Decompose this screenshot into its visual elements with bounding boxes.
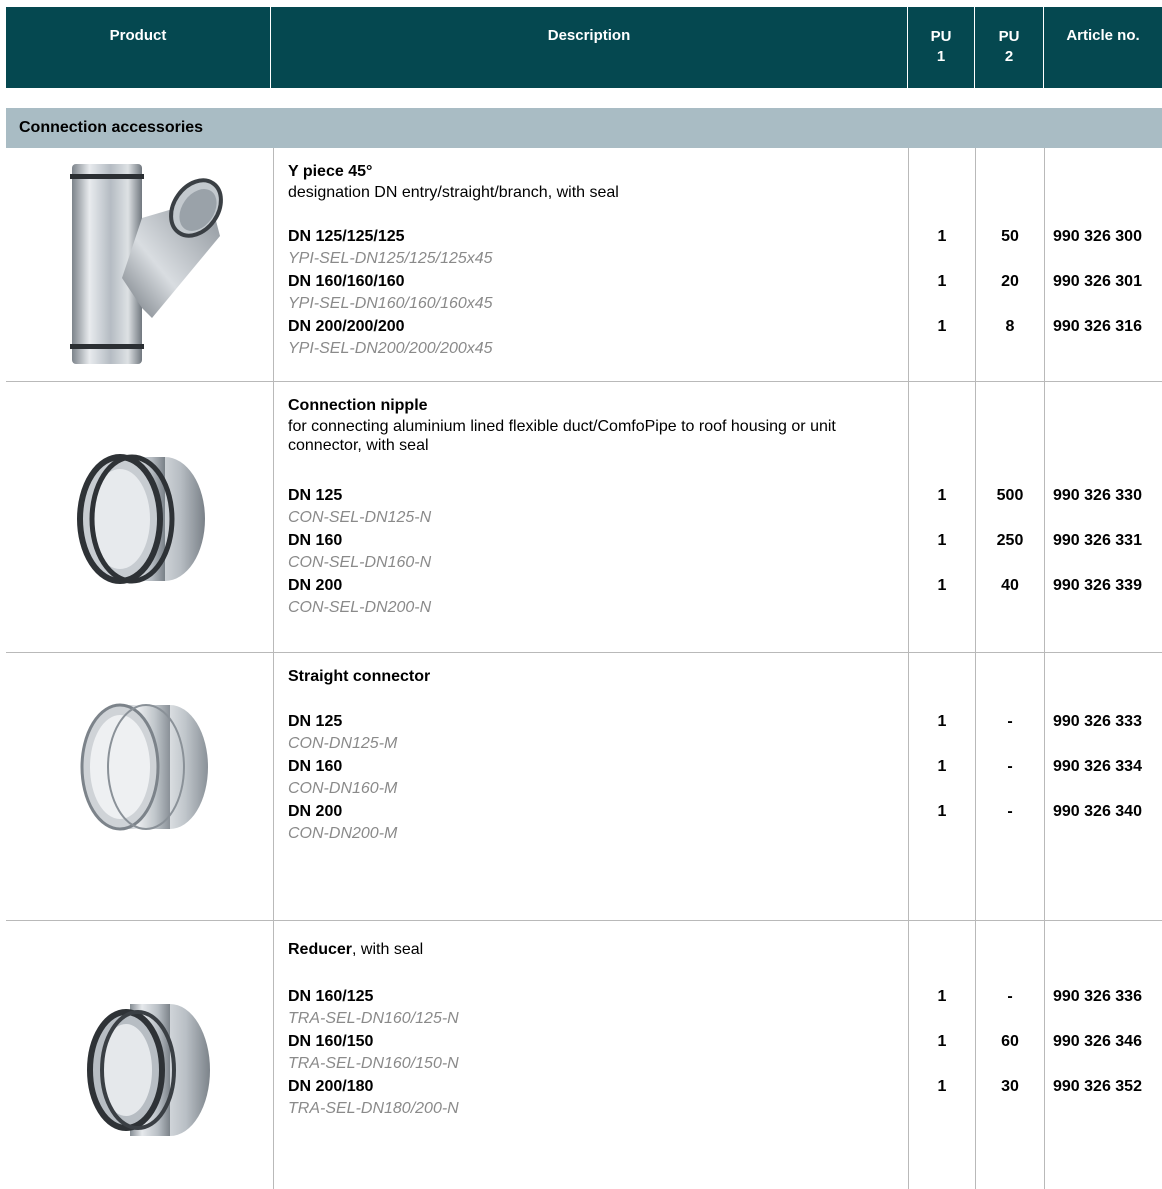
variant-code: CON-DN160-M [288,780,398,797]
variant-pu1: 1 [937,318,947,335]
product-title-text: Reducer [288,941,353,958]
variant-size: DN 160 [288,532,343,549]
variant-code: TRA-SEL-DN180/200-N [288,1100,459,1117]
header-pu1-number: 1 [936,48,946,65]
y-piece-image [70,164,223,364]
section-title: Connection accessories [19,119,204,136]
variant-article-number: 990 326 301 [1053,273,1142,290]
header-article: Article no. [1044,27,1162,44]
variant-pu2: 30 [1001,1078,1019,1095]
variant-article-number: 990 326 330 [1053,487,1142,504]
variant-pu1: 1 [937,713,947,730]
variant-article-number: 990 326 340 [1053,803,1142,820]
variant-article-number: 990 326 334 [1053,758,1142,775]
variant-pu1: 1 [937,988,947,1005]
variant-size: DN 125/125/125 [288,228,405,245]
variant-code: CON-SEL-DN125-N [288,509,432,526]
variant-pu1: 1 [937,577,947,594]
variant-pu1: 1 [937,487,947,504]
section-heading: Connection accessories [6,108,1162,148]
variant-code: CON-SEL-DN160-N [288,554,432,571]
variant-article-number: 990 326 300 [1053,228,1142,245]
header-divider [270,7,271,88]
variant-pu1: 1 [937,228,947,245]
connection-nipple-image [77,454,205,584]
header-pu2: PU 2 [975,27,1043,67]
variant-pu2: - [1007,758,1013,775]
product-description: for connecting aluminium lined flexible … [288,418,836,454]
variant-size: DN 160/150 [288,1033,374,1050]
variant-article-number: 990 326 339 [1053,577,1142,594]
variant-code: YPI-SEL-DN160/160/160x45 [288,295,493,312]
variant-size: DN 200/180 [288,1078,374,1095]
variant-code: CON-SEL-DN200-N [288,599,432,616]
variant-size: DN 125 [288,713,343,730]
product-title: Y piece 45° [288,163,373,180]
variant-size: DN 160 [288,758,343,775]
variant-code: TRA-SEL-DN160/125-N [288,1010,459,1027]
variant-size: DN 200/200/200 [288,318,405,335]
variant-article-number: 990 326 333 [1053,713,1142,730]
variant-size: DN 125 [288,487,343,504]
variant-pu1: 1 [937,273,947,290]
variant-article-number: 990 326 336 [1053,988,1142,1005]
variant-article-number: 990 326 331 [1053,532,1142,549]
variant-size: DN 160/160/160 [288,273,405,290]
header-description-label: Description [547,27,631,44]
table-row: Y piece 45° designation DN entry/straigh… [0,148,1162,381]
variant-pu2: - [1007,803,1013,820]
variant-size: DN 200 [288,577,343,594]
variant-article-number: 990 326 316 [1053,318,1142,335]
product-description: designation DN entry/straight/branch, wi… [288,184,619,201]
header-pu2-label: PU [998,28,1020,45]
variant-size: DN 200 [288,803,343,820]
variant-pu2: 60 [1001,1033,1019,1050]
variant-size: DN 160/125 [288,988,374,1005]
variant-article-number: 990 326 346 [1053,1033,1142,1050]
header-pu2-number: 2 [1004,48,1014,65]
variant-code: CON-DN200-M [288,825,398,842]
variant-pu2: 50 [1001,228,1019,245]
variant-code: TRA-SEL-DN160/150-N [288,1055,459,1072]
reducer-image [87,1004,210,1136]
variant-code: YPI-SEL-DN200/200/200x45 [288,340,493,357]
variant-pu1: 1 [937,803,947,820]
variant-pu2: 20 [1001,273,1019,290]
product-title: Connection nipple [288,397,428,414]
table-header: Product Description PU 1 PU 2 Article no… [6,7,1162,88]
variant-pu2: 40 [1001,577,1019,594]
variant-pu1: 1 [937,532,947,549]
variant-pu1: 1 [937,1078,947,1095]
variant-pu2: 8 [1005,318,1015,335]
table-row: Reducer, with seal DN 160/125 TRA-SEL-DN… [0,920,1162,1189]
straight-connector-image [80,703,208,831]
table-row: Connection nipple for connecting alumini… [0,381,1162,652]
header-description: Description [271,27,907,44]
variant-pu2: 250 [996,532,1024,549]
variant-pu2: 500 [996,487,1024,504]
header-product: Product [6,27,270,44]
header-pu1-label: PU [930,28,952,45]
variant-pu2: - [1007,988,1013,1005]
product-title: Reducer, with seal [288,940,423,959]
header-divider [1043,7,1044,88]
table-row: Straight connector DN 125 CON-DN125-M 1 … [0,652,1162,920]
variant-article-number: 990 326 352 [1053,1078,1142,1095]
product-title: Straight connector [288,668,431,685]
variant-code: YPI-SEL-DN125/125/125x45 [288,250,493,267]
variant-pu2: - [1007,713,1013,730]
variant-pu1: 1 [937,1033,947,1050]
product-title-suffix: , with seal [352,941,424,958]
header-pu1: PU 1 [908,27,974,67]
header-article-label: Article no. [1066,27,1140,44]
variant-pu1: 1 [937,758,947,775]
header-product-label: Product [109,27,167,44]
variant-code: CON-DN125-M [288,735,398,752]
